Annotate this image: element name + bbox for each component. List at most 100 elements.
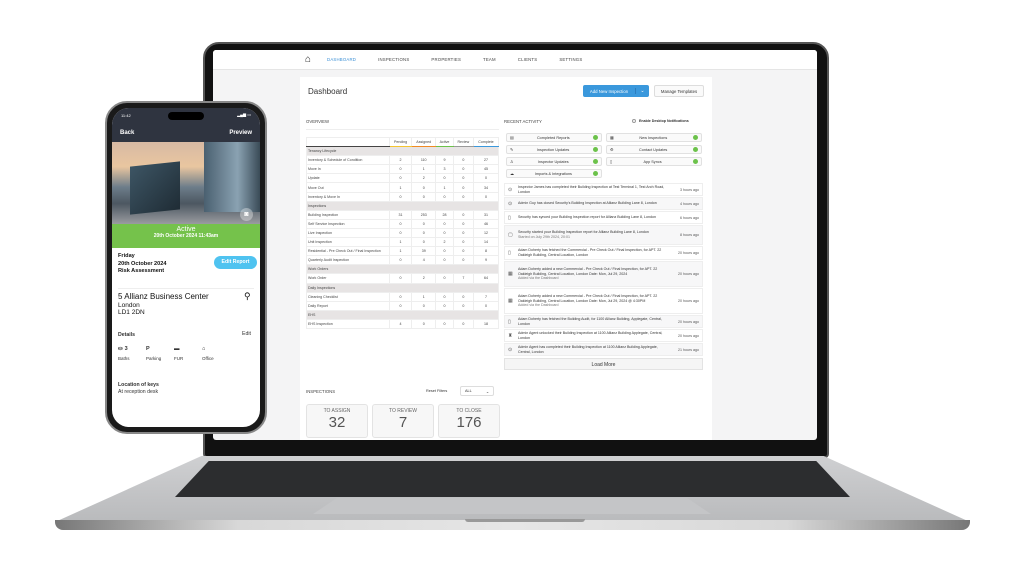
cell-review[interactable]: 0 xyxy=(452,237,474,248)
table-row[interactable]: Inventory & Schedule of Condition 2 110 9 0 2… xyxy=(306,155,500,166)
cell-active[interactable]: 0 xyxy=(435,255,454,266)
edit-report-button[interactable]: Edit Report xyxy=(214,256,257,269)
filter-chip-completed-reports[interactable]: ▤ Completed Reports xyxy=(506,133,602,142)
column-header-active[interactable]: Active xyxy=(435,136,454,148)
chevron-down-icon[interactable]: ⌄ xyxy=(635,88,649,94)
cell-review[interactable]: 0 xyxy=(452,191,474,202)
map-pin-icon[interactable]: ⚲ xyxy=(244,291,251,302)
camera-icon[interactable]: ◙ xyxy=(240,208,253,221)
cell-pending[interactable]: 0 xyxy=(388,191,413,202)
cell-review[interactable]: 0 xyxy=(452,227,474,239)
filter-chip-imports-integrations[interactable]: ☁ Imports & Integrations xyxy=(506,169,602,178)
nav-properties[interactable]: PROPERTIES xyxy=(431,57,461,62)
cell-review[interactable]: 0 xyxy=(452,209,474,220)
table-row[interactable]: Self Service Inspection 0 0 0 0 46 xyxy=(306,218,500,229)
cell-active[interactable]: 0 xyxy=(435,291,454,302)
table-row[interactable]: Work Order 0 2 0 7 64 xyxy=(306,273,500,284)
manage-templates-button[interactable]: Manage Templates xyxy=(654,85,704,97)
activity-item[interactable]: ⊙ Inspector James has completed their Bui… xyxy=(504,183,703,196)
cell-active[interactable]: 0 xyxy=(435,173,454,184)
activity-item[interactable]: ▯ Security has synced your Building Inspe… xyxy=(504,211,703,224)
cell-pending[interactable]: 0 xyxy=(388,164,413,175)
cell-pending[interactable]: 0 xyxy=(388,291,413,302)
cell-assigned[interactable]: 0 xyxy=(411,227,437,239)
cell-complete[interactable]: 64 xyxy=(472,273,500,284)
cell-pending[interactable]: 0 xyxy=(388,273,413,284)
cell-assigned[interactable]: 110 xyxy=(411,155,437,166)
column-header-assigned[interactable]: Assigned xyxy=(411,136,437,148)
cell-active[interactable]: 2 xyxy=(435,237,454,248)
cell-pending[interactable]: 0 xyxy=(388,218,413,229)
reset-filters-link[interactable]: Reset Filters xyxy=(426,389,447,393)
cell-active[interactable]: 0 xyxy=(435,318,454,329)
cell-complete[interactable]: 18 xyxy=(472,318,500,329)
table-row[interactable]: Update 0 2 0 0 0 xyxy=(306,173,500,184)
column-header-complete[interactable]: Complete xyxy=(472,136,500,148)
nav-dashboard[interactable]: DASHBOARD xyxy=(327,57,356,62)
cell-complete[interactable]: 45 xyxy=(472,164,500,175)
edit-details-link[interactable]: Edit xyxy=(242,331,251,337)
activity-item[interactable]: ⊙ Admin Agent has completed their Buildin… xyxy=(504,343,703,356)
nav-settings[interactable]: SETTINGS xyxy=(559,57,582,62)
back-button[interactable]: Back xyxy=(120,130,134,136)
activity-item[interactable]: ▯ Adam Doherty has fetched the Commercial… xyxy=(504,246,703,260)
column-header-pending[interactable]: Pending xyxy=(388,136,413,148)
cell-complete[interactable]: 27 xyxy=(472,155,500,166)
desktop-notifications-toggle[interactable]: Enable Desktop Notifications xyxy=(632,119,689,123)
table-row[interactable]: EHS Inspection 4 0 0 0 18 xyxy=(306,318,500,329)
cell-review[interactable]: 0 xyxy=(452,255,474,266)
table-row[interactable]: Inventory & Move In 0 0 0 0 0 xyxy=(306,191,500,202)
cell-pending[interactable]: 0 xyxy=(388,255,413,266)
cell-review[interactable]: 0 xyxy=(452,218,474,229)
table-row[interactable]: Unit Inspection 1 0 2 0 14 xyxy=(306,237,500,248)
filter-chip-inspection-updates[interactable]: ✎ Inspection Updates xyxy=(506,145,602,154)
cell-review[interactable]: 7 xyxy=(452,273,474,284)
cell-assigned[interactable]: 1 xyxy=(411,291,437,302)
cell-assigned[interactable]: 4 xyxy=(411,255,437,266)
cell-complete[interactable]: 14 xyxy=(472,237,500,248)
filter-chip-app-syncs[interactable]: ▯ App Syncs xyxy=(606,157,702,166)
cell-pending[interactable]: 1 xyxy=(388,246,413,257)
cell-assigned[interactable]: 0 xyxy=(411,191,437,202)
cell-complete[interactable]: 9 xyxy=(472,255,500,266)
activity-item[interactable]: ▦ Adam Doherty added a new Commercial - P… xyxy=(504,288,703,314)
cell-pending[interactable]: 0 xyxy=(388,227,413,239)
column-header-review[interactable]: Review xyxy=(452,136,474,148)
cell-review[interactable]: 0 xyxy=(452,155,474,166)
checkbox[interactable] xyxy=(632,119,636,123)
cell-review[interactable]: 0 xyxy=(452,164,474,175)
cell-active[interactable]: 9 xyxy=(435,155,454,166)
cell-assigned[interactable]: 0 xyxy=(411,182,437,193)
cell-pending[interactable]: 1 xyxy=(388,182,413,193)
filter-chip-new-inspections[interactable]: ▦ New Inspections xyxy=(606,133,702,142)
cell-active[interactable]: 28 xyxy=(435,209,454,220)
cell-active[interactable]: 0 xyxy=(435,218,454,229)
cell-assigned[interactable]: 0 xyxy=(411,237,437,248)
cell-complete[interactable]: 46 xyxy=(472,218,500,229)
table-row[interactable]: Cleaning Checklist 0 1 0 0 7 xyxy=(306,291,500,302)
cell-pending[interactable]: 0 xyxy=(388,173,413,184)
cell-complete[interactable]: 8 xyxy=(472,246,500,257)
inspection-filter-select[interactable]: ALL ⌄ xyxy=(460,386,494,396)
cell-active[interactable]: 0 xyxy=(435,191,454,202)
activity-item[interactable]: ▯ Adam Doherty has fetched the Building A… xyxy=(504,315,703,328)
cell-assigned[interactable]: 2 xyxy=(411,173,437,184)
table-row[interactable]: Quarterly Audit Inspection 0 4 0 0 9 xyxy=(306,255,500,266)
cell-assigned[interactable]: 1 xyxy=(411,164,437,175)
cell-assigned[interactable]: 0 xyxy=(411,300,437,311)
cell-pending[interactable]: 0 xyxy=(388,300,413,311)
home-logo-icon[interactable]: ⌂ xyxy=(305,54,311,65)
filter-chip-contact-updates[interactable]: ⚙ Contact Updates xyxy=(606,145,702,154)
cell-review[interactable]: 0 xyxy=(452,291,474,302)
nav-inspections[interactable]: INSPECTIONS xyxy=(378,57,409,62)
cell-complete[interactable]: 0 xyxy=(472,191,500,202)
cell-assigned[interactable]: 0 xyxy=(411,318,437,329)
cell-pending[interactable]: 4 xyxy=(388,318,413,329)
nav-clients[interactable]: CLIENTS xyxy=(518,57,538,62)
nav-team[interactable]: TEAM xyxy=(483,57,496,62)
add-new-inspection-button[interactable]: Add New Inspection ⌄ xyxy=(583,85,649,97)
table-row[interactable]: Daily Report 0 0 0 0 0 xyxy=(306,300,500,311)
activity-item[interactable]: ▦ Adam Doherty added a new Commercial - P… xyxy=(504,261,703,287)
cell-complete[interactable]: 0 xyxy=(472,173,500,184)
cell-review[interactable]: 0 xyxy=(452,318,474,329)
